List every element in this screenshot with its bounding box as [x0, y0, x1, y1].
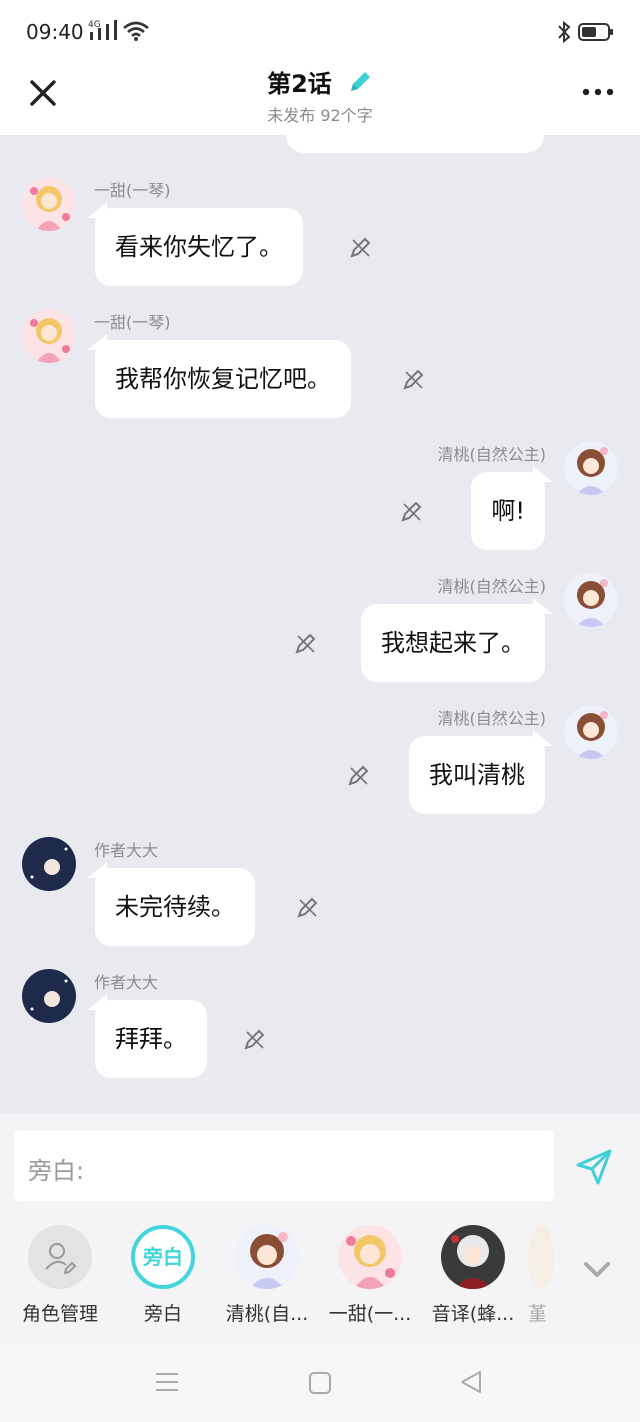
status-time: 09:40: [26, 20, 84, 44]
close-icon[interactable]: [26, 76, 60, 110]
chat-area[interactable]: 一甜(一琴) 看来你失忆了。 一甜(一琴) 我帮你恢复记忆吧。 清桃(自然公主)…: [0, 135, 640, 1113]
narration-badge: 旁白: [131, 1225, 195, 1289]
message-bubble[interactable]: 啊!: [471, 466, 553, 550]
header: 第2话 未发布 92个字: [0, 60, 640, 135]
avatar: [441, 1225, 505, 1289]
role-label: 角色管理: [21, 1303, 98, 1325]
menu-icon[interactable]: [154, 1371, 180, 1393]
edit-icon[interactable]: [347, 763, 371, 787]
role-manage-button[interactable]: 角色管理: [12, 1221, 108, 1326]
edit-icon[interactable]: [296, 895, 320, 919]
page-title: 第2话: [267, 70, 332, 98]
avatar[interactable]: [564, 705, 618, 759]
avatar[interactable]: [22, 177, 76, 231]
avatar: [338, 1225, 402, 1289]
message-bubble[interactable]: 拜拜。: [87, 994, 207, 1078]
avatar: [528, 1225, 554, 1289]
input-placeholder: 旁白:: [28, 1157, 85, 1185]
message-bubble[interactable]: 看来你失忆了。: [87, 202, 303, 286]
avatar[interactable]: [564, 441, 618, 495]
speaker-name: 清桃(自然公主): [437, 445, 547, 464]
avatar[interactable]: [22, 837, 76, 891]
more-icon[interactable]: [580, 80, 616, 104]
status-bar: 09:40 4G: [0, 0, 640, 60]
previous-bubble: [286, 135, 544, 153]
role-label: 旁白: [143, 1303, 182, 1325]
message-input[interactable]: 旁白:: [14, 1131, 554, 1201]
role-yitian-button[interactable]: 一甜(一...: [322, 1221, 418, 1326]
edit-icon[interactable]: [400, 499, 424, 523]
speaker-name: 作者大大: [94, 841, 159, 860]
pencil-icon[interactable]: [347, 69, 373, 95]
role-qingtao-button[interactable]: 清桃(自...: [219, 1221, 315, 1326]
message-bubble[interactable]: 我帮你恢复记忆吧。: [87, 334, 351, 418]
speaker-name: 一甜(一琴): [94, 181, 171, 200]
message-bubble[interactable]: 我叫清桃: [409, 730, 553, 814]
system-nav-bar: [0, 1343, 640, 1422]
role-narration-button[interactable]: 旁白 旁白: [115, 1221, 211, 1326]
role-bar[interactable]: 角色管理 旁白 旁白 清桃(自... 一甜(一... 音译(蜂... 堇: [0, 1221, 640, 1331]
edit-icon[interactable]: [294, 631, 318, 655]
avatar[interactable]: [22, 309, 76, 363]
role-partial-button[interactable]: 堇: [528, 1221, 554, 1326]
message-bubble[interactable]: 未完待续。: [87, 862, 255, 946]
role-yinyi-button[interactable]: 音译(蜂...: [425, 1221, 521, 1326]
avatar: [235, 1225, 299, 1289]
wifi-icon: [123, 21, 149, 41]
send-icon[interactable]: [574, 1147, 614, 1187]
speaker-name: 清桃(自然公主): [437, 577, 547, 596]
role-manage-avatar: [28, 1225, 92, 1289]
message-bubble[interactable]: 我想起来了。: [361, 598, 553, 682]
chevron-down-icon[interactable]: [580, 1257, 614, 1283]
avatar[interactable]: [22, 969, 76, 1023]
speaker-name: 清桃(自然公主): [437, 709, 547, 728]
role-label: 音译(蜂...: [431, 1303, 515, 1325]
role-label: 一甜(一...: [328, 1303, 412, 1325]
edit-icon[interactable]: [349, 235, 373, 259]
speaker-name: 作者大大: [94, 973, 159, 992]
bluetooth-icon: [558, 20, 571, 44]
home-icon[interactable]: [308, 1371, 332, 1395]
edit-icon[interactable]: [402, 367, 426, 391]
input-panel: 旁白: 角色管理 旁白 旁白 清桃(自... 一甜(一... 音译(蜂... 堇: [0, 1113, 640, 1343]
back-icon[interactable]: [458, 1369, 484, 1395]
battery-icon: [578, 23, 613, 41]
word-count-status: 未发布 92个字: [267, 106, 373, 125]
signal-icon: 4G: [88, 20, 117, 40]
title-row: 第2话: [200, 64, 440, 99]
user-edit-icon: [45, 1243, 77, 1275]
role-label: 清桃(自...: [225, 1303, 309, 1325]
edit-icon[interactable]: [243, 1027, 267, 1051]
speaker-name: 一甜(一琴): [94, 313, 171, 332]
avatar[interactable]: [564, 573, 618, 627]
role-label: 堇: [528, 1303, 548, 1325]
